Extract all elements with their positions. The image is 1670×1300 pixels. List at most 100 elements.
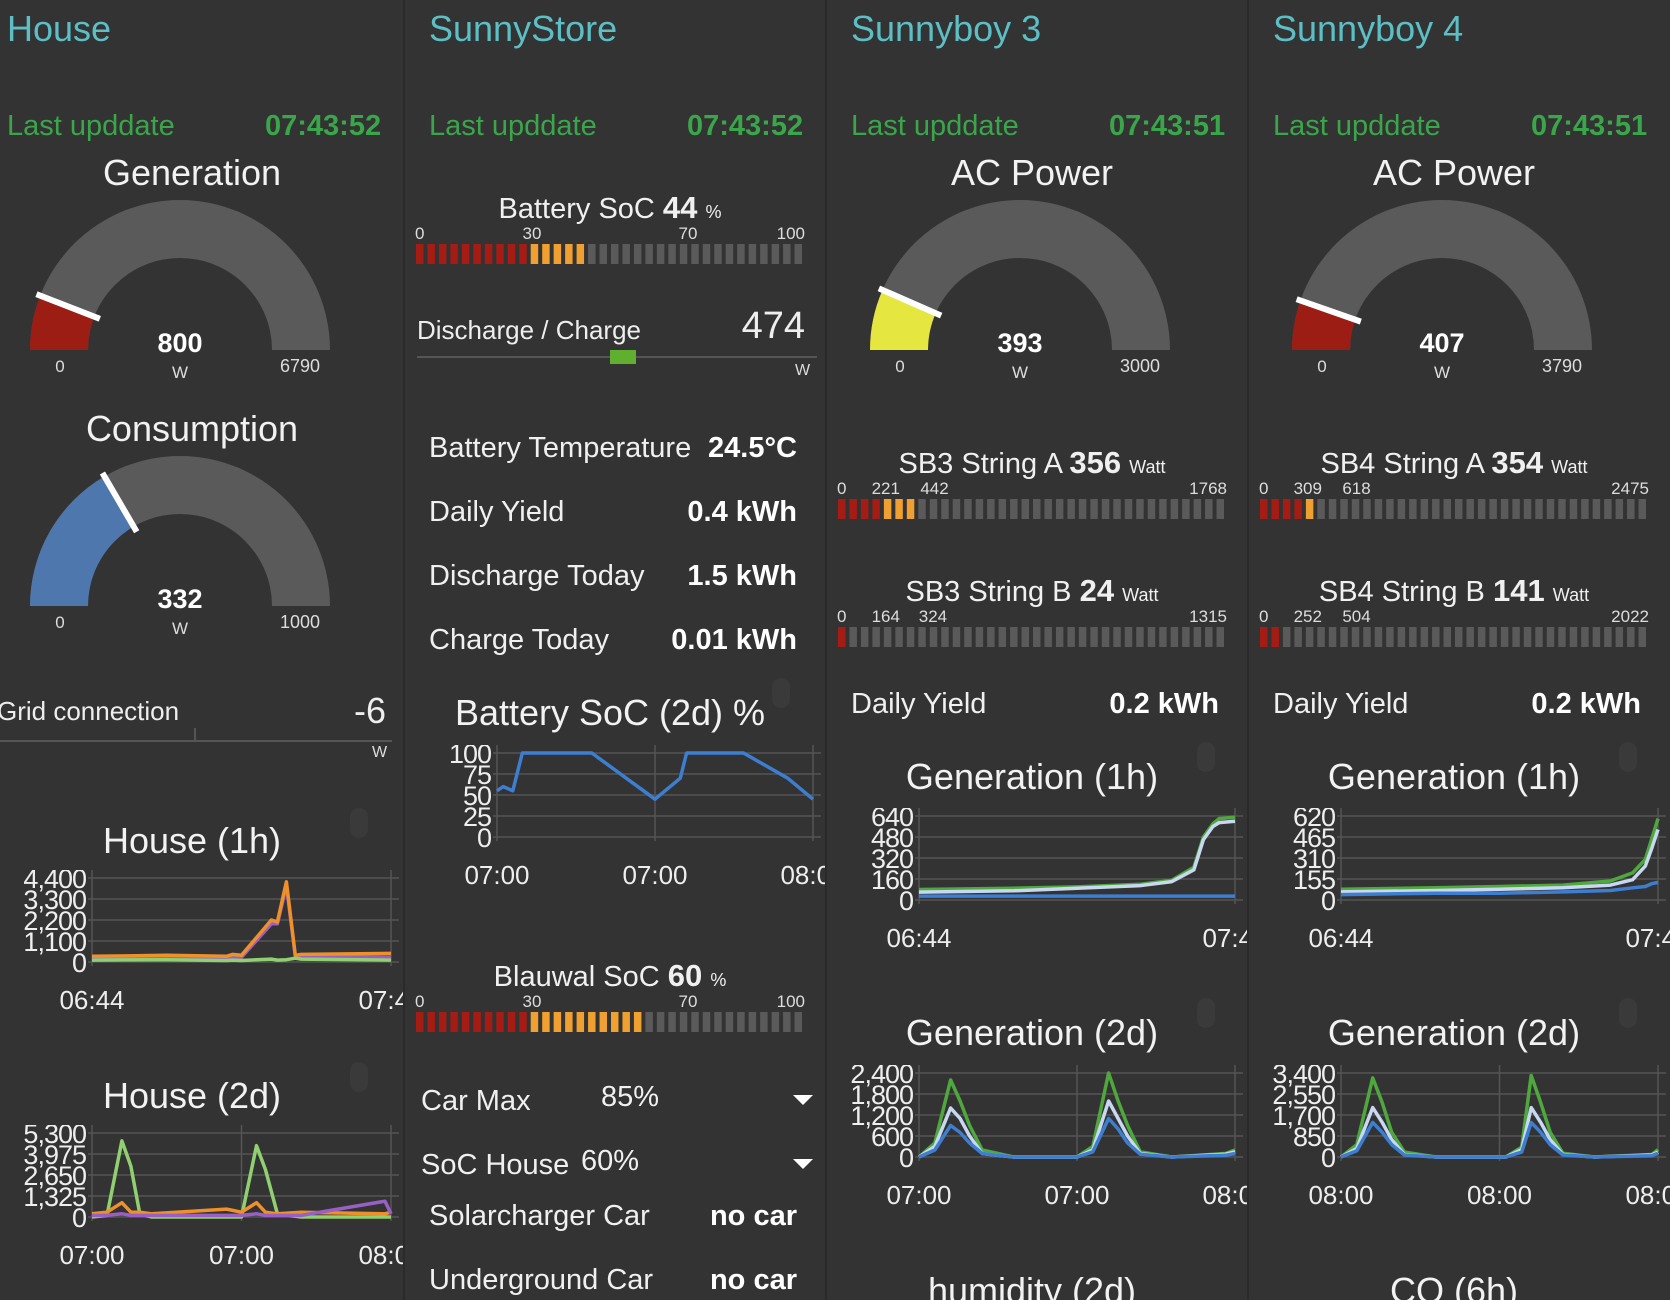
level-segment [1328,499,1337,519]
sb4-generation-1h-chart: 015531046562006:4407:43 [1293,808,1670,953]
y-tick-label: 4,400 [23,870,86,894]
gauge-unit: W [1012,363,1028,382]
level-segment [484,1012,493,1032]
level-tick-label: 30 [523,992,542,1011]
level-segment [1500,627,1509,647]
sunnystore-column: SunnyStore Last upddate 07:43:52 Battery… [405,0,825,1300]
x-tick-label: 08:00 [1625,1180,1670,1210]
level-segment [668,244,676,264]
level-tick-label: 0 [1259,607,1268,626]
gauge-unit: W [172,619,188,638]
level-segment [622,244,630,264]
string-b-level: 0 164 324 1315 [837,607,1227,647]
level-segment [783,1012,791,1032]
level-segment [1124,499,1133,519]
discharge-slider-thumb[interactable] [610,350,636,364]
level-segment [507,244,516,264]
last-update-label: Last upddate [7,110,175,142]
soc-house-dropdown[interactable]: SoC House 60% [421,1149,815,1179]
level-segment [918,627,926,647]
gauge-min: 0 [1317,357,1326,376]
level-segment [929,627,938,647]
level-segment [1010,627,1018,647]
level-label: SB3 String B [905,576,1072,608]
chevron-down-icon [793,1095,813,1105]
level-segment [645,244,653,264]
row-label: Daily Yield [851,688,987,720]
level-segment [576,1012,585,1032]
gauge-value: 332 [157,584,202,614]
level-segment [872,499,880,519]
level-segment [1067,627,1075,647]
y-tick-label: 100 [449,745,491,769]
level-segment [1466,627,1474,647]
level-tick-label: 70 [679,992,698,1011]
level-segment [484,244,493,264]
level-segment [1271,499,1279,519]
level-segment [519,244,527,264]
level-segment [1205,499,1213,519]
x-tick-label: 06:44 [886,923,951,953]
level-segment [1033,499,1041,519]
level-unit: Watt [1129,457,1166,477]
x-tick-label: 08:00 [1467,1180,1532,1210]
level-segment [588,1012,596,1032]
level-segment [461,244,470,264]
level-value: 24 [1079,573,1115,608]
level-segment [1569,499,1578,519]
gauge-unit: W [172,363,188,382]
level-segment [794,1012,802,1032]
row-value: 1.5 kWh [687,560,797,592]
gauge-max: 3000 [1120,356,1160,376]
level-segment [1260,499,1268,519]
level-segment [1055,627,1064,647]
level-segment [883,627,892,647]
level-value: 354 [1491,445,1544,480]
sunnyboy3-column: Sunnyboy 3 Last upddate 07:43:51 AC Powe… [827,0,1247,1300]
level-segment [1340,499,1348,519]
level-value: 44 [662,190,698,225]
level-label: SB4 String B [1318,576,1485,608]
level-segment [1351,627,1360,647]
car-max-dropdown[interactable]: Car Max 85% [421,1085,815,1115]
level-segment [1363,627,1371,647]
level-segment [1078,499,1087,519]
level-tick-label: 442 [920,479,948,498]
level-segment [1067,499,1075,519]
level-segment [1592,499,1601,519]
column-title: Sunnyboy 3 [851,8,1042,49]
level-unit: Watt [1122,585,1159,605]
level-segment [542,1012,550,1032]
level-segment [1512,499,1520,519]
level-segment [530,244,539,264]
x-tick-label: 07:00 [622,860,687,890]
chart-title: House (2d) [102,1075,282,1116]
chart-title: House (1h) [102,820,282,861]
level-segment [1090,499,1098,519]
level-segment [416,1012,424,1032]
level-segment [998,627,1007,647]
level-segment [1340,627,1348,647]
level-segment [576,244,585,264]
level-segment [975,499,984,519]
dropdown-label: SoC House [421,1149,570,1179]
grid-slider-track[interactable] [0,740,392,742]
gauge-title: Consumption [85,408,299,449]
level-segment [1386,627,1394,647]
level-segment [1136,499,1144,519]
level-segment [427,244,435,264]
level-label: Blauwal SoC [493,961,660,993]
x-tick-label: 07:43 [1202,923,1247,953]
level-segment [1489,627,1497,647]
sunnyboy4-column: Sunnyboy 4 Last upddate 07:43:51 AC Powe… [1249,0,1670,1300]
gauge-title: AC Power [1372,152,1536,193]
level-tick-label: 0 [837,479,846,498]
level-title: SB3 String A 356 Watt [827,445,1237,481]
level-segment [633,1012,642,1032]
level-segment [1363,499,1371,519]
level-segment [1500,499,1509,519]
last-update-label: Last upddate [1273,110,1441,142]
level-segment [507,1012,516,1032]
level-segment [1615,627,1624,647]
row-label: Daily Yield [429,496,565,528]
